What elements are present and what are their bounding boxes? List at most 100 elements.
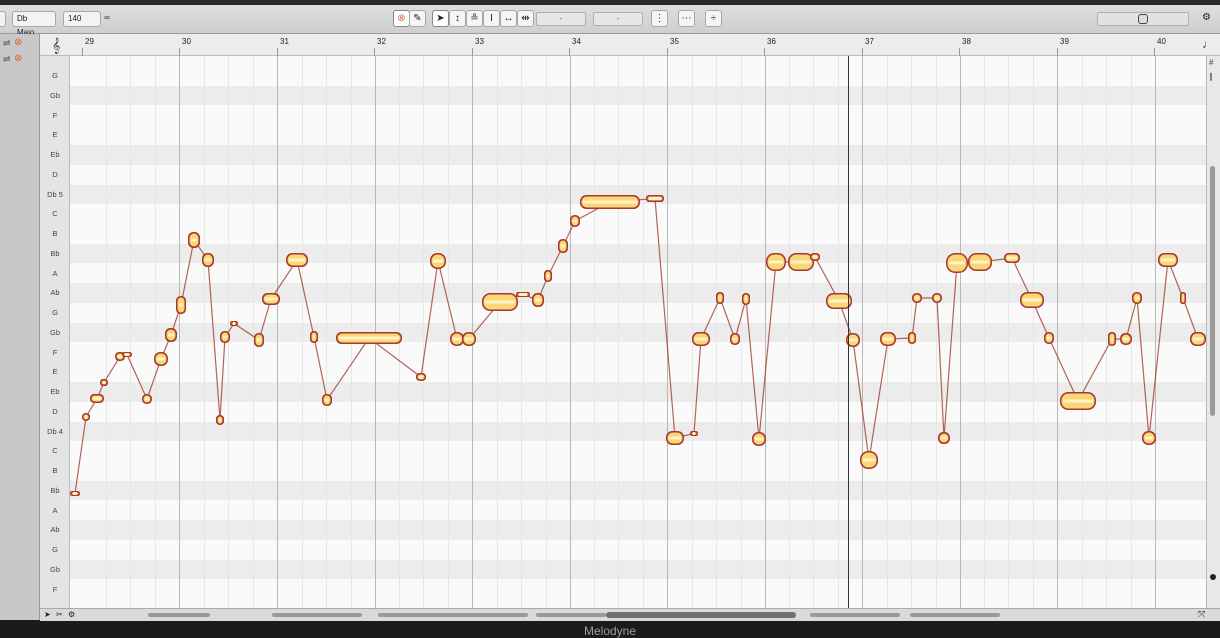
note-blob[interactable]	[482, 293, 518, 311]
panel-toggle-button[interactable]	[0, 11, 6, 27]
note-blob[interactable]	[532, 293, 544, 307]
note-blob[interactable]	[1020, 292, 1044, 308]
note-blob[interactable]	[570, 215, 580, 227]
treble-clef-icon[interactable]: 𝄞	[52, 37, 60, 54]
note-blob[interactable]	[912, 293, 922, 303]
note-blob[interactable]	[1004, 253, 1020, 263]
note-blob[interactable]	[938, 432, 950, 444]
note-blob[interactable]	[1044, 332, 1054, 344]
link-icon[interactable]: ⊗	[14, 53, 22, 64]
note-blob[interactable]	[82, 413, 90, 421]
arrow-tool-icon[interactable]: ➤	[432, 10, 449, 27]
visible-range-indicator[interactable]	[606, 612, 796, 618]
note-blob[interactable]	[262, 293, 280, 305]
note-blob[interactable]	[462, 332, 476, 346]
value-field-1[interactable]: -	[536, 12, 586, 26]
pitch-ruler[interactable]: G Gb F E Eb D Db 5 C B Bb A Ab G Gb F E Eb D Db 4 C B Bb A Ab G G…	[40, 56, 70, 608]
note-blob[interactable]	[70, 491, 80, 496]
note-blob[interactable]	[90, 394, 104, 403]
scroll-thumb[interactable]	[1210, 166, 1215, 416]
note-blob[interactable]	[254, 333, 264, 347]
note-blob[interactable]	[558, 239, 568, 253]
track-icon[interactable]: ⇌	[3, 38, 11, 49]
note-blob[interactable]	[690, 431, 698, 436]
vertical-scrollbar[interactable]: # ∥	[1206, 56, 1220, 608]
note-icon[interactable]: ♩	[1202, 37, 1214, 51]
note-blob[interactable]	[1142, 431, 1156, 445]
note-blob[interactable]	[692, 332, 710, 346]
bar-number: 34	[572, 37, 581, 46]
value-field-2[interactable]: -	[593, 12, 643, 26]
note-blob[interactable]	[1060, 392, 1096, 410]
note-blob[interactable]	[450, 332, 464, 346]
note-blob[interactable]	[516, 292, 530, 297]
tempo-field[interactable]: 140	[63, 11, 101, 27]
separation-tool-icon[interactable]: ⇹	[517, 10, 534, 27]
note-blob[interactable]	[666, 431, 684, 445]
note-blob[interactable]	[220, 331, 230, 343]
note-blob[interactable]	[1132, 292, 1142, 304]
note-blob[interactable]	[165, 328, 177, 342]
playhead-cursor[interactable]	[848, 56, 849, 608]
note-blob[interactable]	[1120, 333, 1132, 345]
sharp-icon[interactable]: #	[1209, 58, 1213, 67]
note-blob[interactable]	[122, 352, 132, 357]
note-blob[interactable]	[788, 253, 814, 271]
note-blobs-layer[interactable]	[70, 56, 1206, 608]
scale-selector[interactable]: Db Majo...	[12, 11, 56, 37]
quantize-time-button[interactable]: ⋯	[678, 10, 695, 27]
link-icon[interactable]: ⊗	[14, 37, 22, 48]
note-blob[interactable]	[188, 232, 200, 248]
pitch-macro-button[interactable]: ✎	[409, 10, 426, 27]
pitch-tool-icon[interactable]: ↕	[449, 10, 466, 27]
note-blob[interactable]	[1190, 332, 1206, 346]
note-blob[interactable]	[766, 253, 786, 271]
note-blob[interactable]	[716, 292, 724, 304]
note-blob[interactable]	[1158, 253, 1178, 267]
note-blob[interactable]	[968, 253, 992, 271]
note-blob[interactable]	[100, 379, 108, 386]
fit-icon[interactable]: ⤧	[1198, 609, 1205, 620]
note-view-toggle[interactable]: ♩	[1192, 34, 1220, 56]
note-blob[interactable]	[646, 195, 664, 202]
gear-icon[interactable]: ⚙	[1198, 10, 1215, 27]
note-blob[interactable]	[322, 394, 332, 406]
note-blob[interactable]	[908, 332, 916, 344]
note-blob[interactable]	[416, 373, 426, 381]
note-blob[interactable]	[310, 331, 318, 343]
note-blob[interactable]	[544, 270, 552, 282]
note-blob[interactable]	[176, 296, 186, 314]
note-blob[interactable]	[810, 253, 820, 261]
note-blob[interactable]	[580, 195, 640, 209]
note-blob[interactable]	[946, 253, 968, 273]
note-blob[interactable]	[336, 332, 402, 344]
formant-tool-icon[interactable]: ≗	[466, 10, 483, 27]
macro-link-button[interactable]: ⊗	[393, 10, 410, 27]
note-blob[interactable]	[730, 333, 740, 345]
note-blob[interactable]	[880, 332, 896, 346]
amplitude-tool-icon[interactable]: I	[483, 10, 500, 27]
timing-tool-icon[interactable]: ↔	[500, 10, 517, 27]
note-blob[interactable]	[752, 432, 766, 446]
scale-lines-icon[interactable]: ∥	[1209, 72, 1213, 81]
note-blob[interactable]	[932, 293, 942, 303]
note-blob[interactable]	[230, 321, 238, 326]
zoom-handle[interactable]	[1210, 574, 1216, 580]
note-blob[interactable]	[286, 253, 308, 267]
note-blob[interactable]	[860, 451, 878, 469]
note-blob[interactable]	[216, 415, 224, 425]
link-icon[interactable]: ∞	[101, 13, 113, 25]
correct-pitch-button[interactable]: ⋮	[651, 10, 668, 27]
note-blob[interactable]	[202, 253, 214, 267]
split-tool-button[interactable]: ÷	[705, 10, 722, 27]
zoom-slider-handle[interactable]	[1138, 14, 1148, 24]
note-blob[interactable]	[1180, 292, 1186, 304]
note-blob[interactable]	[742, 293, 750, 305]
bar-ruler[interactable]: 𝄞 29 30 31 32 33 34 35 36 37 38 39 40	[40, 34, 1192, 56]
note-editor-grid[interactable]	[70, 56, 1206, 608]
note-blob[interactable]	[154, 352, 168, 366]
note-blob[interactable]	[142, 394, 152, 404]
track-icon[interactable]: ⇌	[3, 54, 11, 65]
note-blob[interactable]	[1108, 332, 1116, 346]
note-blob[interactable]	[430, 253, 446, 269]
